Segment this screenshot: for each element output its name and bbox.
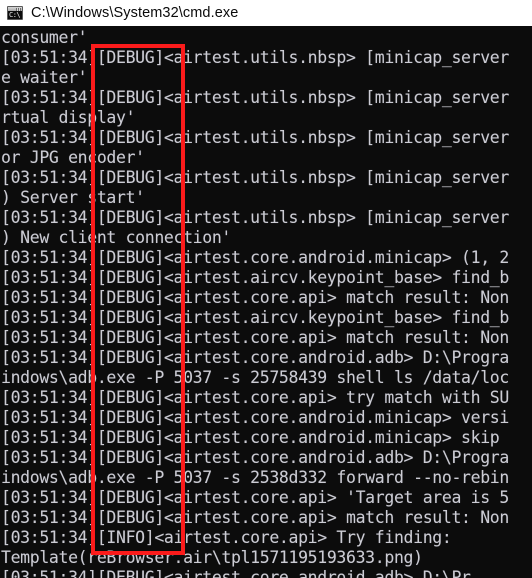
console-line: [03:51:34][DEBUG]<airtest.core.api> try … (1, 388, 509, 407)
console-line: [03:51:34][DEBUG]<airtest.core.api> matc… (1, 328, 509, 347)
console-line: [03:51:34][DEBUG]<airtest.core.android.a… (1, 348, 509, 367)
cmd-icon-prompt-text: C:\ (9, 11, 21, 19)
console-line: [03:51:34][DEBUG]<airtest.core.api> matc… (1, 508, 509, 527)
console-line: [03:51:34][DEBUG]<airtest.aircv.keypoint… (1, 308, 509, 327)
console-line: [03:51:34][DEBUG]<airtest.aircv.keypoint… (1, 268, 509, 287)
console-line: [03:51:34][DEBUG]<airtest.utils.nbsp> [m… (1, 48, 509, 67)
console-line: [03:51:34][DEBUG]<airtest.core.android.m… (1, 248, 509, 267)
console-line: ) New client connection' (1, 228, 232, 247)
console-line: [03:51:34][DEBUG]<airtest.core.api> matc… (1, 288, 509, 307)
console-line: [03:51:34][DEBUG]<airtest.utils.nbsp> [m… (1, 128, 509, 147)
console-line: indows\adb.exe -P 5037 -s 25758439 shell… (1, 368, 509, 387)
console-line: [03:51:34][DEBUG]<airtest.utils.nbsp> [m… (1, 208, 509, 227)
console-line-list: consumer' [03:51:34][DEBUG]<airtest.utils… (1, 28, 532, 578)
console-line: [03:51:34][DEBUG]<airtest.core.android.m… (1, 408, 509, 427)
console-line: rtual display' (1, 108, 136, 127)
console-line: [03:51:34][DEBUG]<airtest.core.android.a… (1, 448, 509, 467)
console-line: or JPG encoder' (1, 148, 145, 167)
window-titlebar[interactable]: C:\ C:\Windows\System32\cmd.exe (0, 0, 532, 26)
console-line: indows\adb.exe -P 5037 -s 2538d332 forwa… (1, 468, 509, 487)
console-line: consumer' (1, 28, 88, 47)
console-line: [03:51:34][DEBUG]<airtest.utils.nbsp> [m… (1, 168, 509, 187)
cmd-console-window: C:\ C:\Windows\System32\cmd.exe consumer… (0, 0, 532, 578)
console-line: [03:51:34][DEBUG]<airtest.core.android.m… (1, 428, 500, 447)
console-line: [03:51:34][INFO]<airtest.core.api> Try f… (1, 528, 452, 547)
console-output-area[interactable]: consumer' [03:51:34][DEBUG]<airtest.utils… (0, 26, 532, 578)
console-line: Template(reBrowser.air\tpl1571195193633.… (1, 548, 423, 567)
console-line: [03:51:34][DEBUG]<airtest.utils.nbsp> [m… (1, 88, 509, 107)
window-title-text: C:\Windows\System32\cmd.exe (31, 5, 239, 21)
cmd-exe-icon[interactable]: C:\ (7, 6, 23, 20)
console-line: ) Server start' (1, 188, 145, 207)
console-line: [03:51:34][DEBUG]<airtest.core.api> 'Tar… (1, 488, 509, 507)
console-line: e waiter' (1, 68, 88, 87)
console-line: [03:51:34][DEBUG]<airtest.core.android.a… (1, 568, 471, 578)
